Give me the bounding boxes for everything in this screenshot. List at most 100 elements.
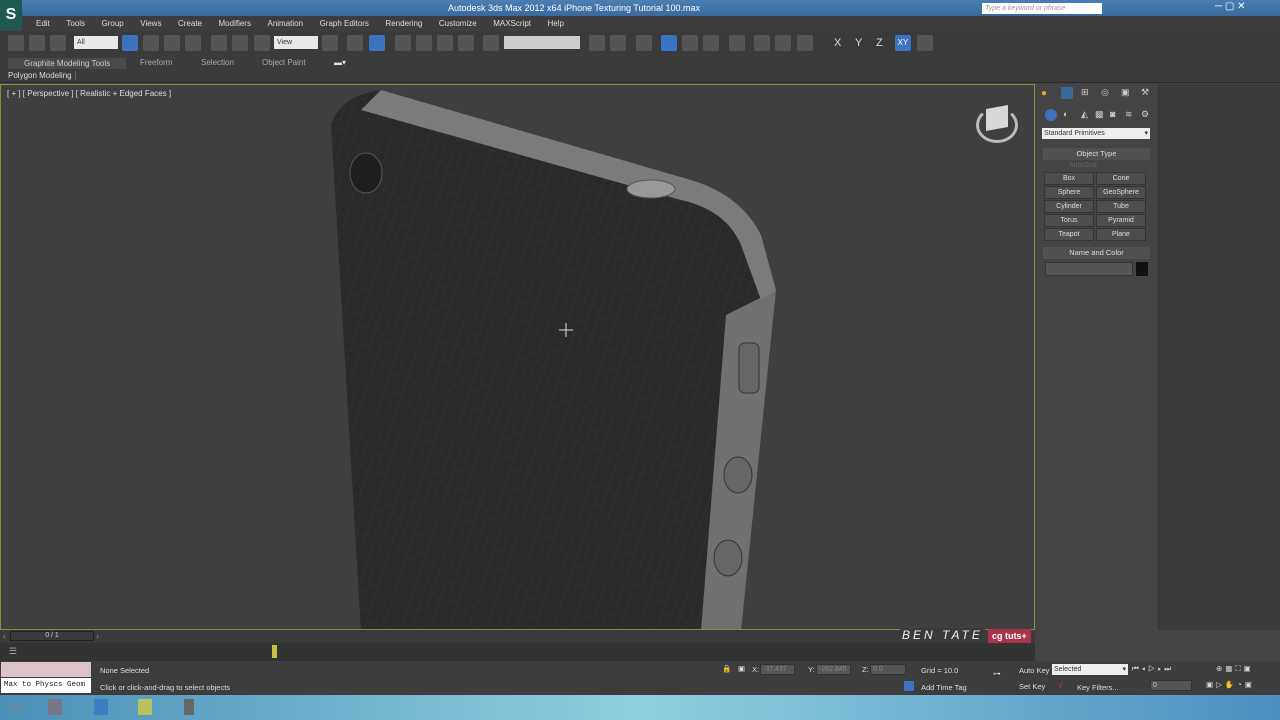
cylinder-button[interactable]: Cylinder bbox=[1044, 200, 1094, 213]
helpers-icon[interactable]: ◙ bbox=[1110, 109, 1115, 119]
maxscript-listener-input[interactable] bbox=[1, 662, 91, 677]
viewcube-icon[interactable] bbox=[986, 105, 1008, 131]
graphite-toggle-icon[interactable] bbox=[661, 35, 677, 51]
snaps-toggle-icon[interactable] bbox=[395, 35, 411, 51]
time-tag-icon[interactable] bbox=[904, 681, 914, 691]
modify-tab-icon[interactable] bbox=[1061, 87, 1073, 99]
shapes-icon[interactable]: ◐ bbox=[1063, 109, 1068, 119]
hierarchy-tab-icon[interactable]: ⊞ bbox=[1081, 87, 1089, 98]
axis-y-icon[interactable]: Y bbox=[855, 37, 862, 49]
key-filters-button[interactable]: Key Filters... bbox=[1077, 683, 1119, 692]
menu-modifiers[interactable]: Modifiers bbox=[219, 16, 251, 31]
cameras-icon[interactable]: ▩ bbox=[1095, 109, 1104, 120]
taskbar-app-icon[interactable] bbox=[48, 699, 62, 715]
autogrid-checkbox[interactable]: AutoGrid bbox=[1069, 162, 1097, 169]
auto-key-button[interactable]: Auto Key bbox=[1019, 666, 1049, 675]
geosphere-button[interactable]: GeoSphere bbox=[1096, 186, 1146, 199]
menu-tools[interactable]: Tools bbox=[66, 16, 85, 31]
lights-icon[interactable]: ◭ bbox=[1081, 109, 1088, 120]
rollout-name-and-color[interactable]: Name and Color bbox=[1043, 247, 1150, 259]
percent-snap-icon[interactable] bbox=[437, 35, 453, 51]
selection-filter-dropdown[interactable]: All bbox=[74, 36, 118, 49]
tube-button[interactable]: Tube bbox=[1096, 200, 1146, 213]
teapot-button[interactable]: Teapot bbox=[1044, 228, 1094, 241]
rotate-icon[interactable] bbox=[232, 35, 248, 51]
help-search-input[interactable]: Type a keyword or phrase bbox=[982, 3, 1102, 14]
move-icon[interactable] bbox=[211, 35, 227, 51]
mini-curve-editor-icon[interactable]: ☰ bbox=[9, 646, 17, 657]
menu-edit[interactable]: Edit bbox=[36, 16, 50, 31]
iphone-wireframe-model[interactable] bbox=[1, 85, 1035, 630]
menu-rendering[interactable]: Rendering bbox=[385, 16, 422, 31]
select-by-name-icon[interactable] bbox=[143, 35, 159, 51]
perspective-viewport[interactable]: [ + ] [ Perspective ] [ Realistic + Edge… bbox=[0, 84, 1035, 630]
plane-button[interactable]: Plane bbox=[1096, 228, 1146, 241]
absolute-mode-icon[interactable]: ▣ bbox=[738, 664, 745, 673]
x-coordinate-field[interactable]: -37.437 bbox=[760, 664, 795, 675]
named-selection-dropdown[interactable] bbox=[504, 36, 580, 49]
frame-counter[interactable]: 0 / 1 bbox=[10, 631, 94, 641]
display-tab-icon[interactable]: ▣ bbox=[1121, 87, 1130, 98]
menu-help[interactable]: Help bbox=[548, 16, 564, 31]
cone-button[interactable]: Cone bbox=[1096, 172, 1146, 185]
key-mode-dropdown[interactable]: Selected ▾ bbox=[1052, 664, 1128, 675]
menu-graph-editors[interactable]: Graph Editors bbox=[320, 16, 369, 31]
angle-snap-icon[interactable] bbox=[416, 35, 432, 51]
set-key-icon[interactable]: √ bbox=[1058, 680, 1063, 690]
manipulate-icon[interactable] bbox=[347, 35, 363, 51]
geometry-icon[interactable] bbox=[1045, 109, 1057, 121]
current-frame-field[interactable]: 0 bbox=[1150, 680, 1192, 691]
mirror-icon[interactable] bbox=[589, 35, 605, 51]
edit-named-selection-icon[interactable] bbox=[483, 35, 499, 51]
key-icon[interactable]: ⊶ bbox=[993, 669, 1001, 678]
ribbon-options-icon[interactable]: ▬▾ bbox=[334, 58, 346, 67]
render-setup-icon[interactable] bbox=[754, 35, 770, 51]
reference-coordinate-dropdown[interactable]: View bbox=[274, 36, 318, 49]
tab-object-paint[interactable]: Object Paint bbox=[262, 58, 306, 67]
box-button[interactable]: Box bbox=[1044, 172, 1094, 185]
torus-button[interactable]: Torus bbox=[1044, 214, 1094, 227]
pyramid-button[interactable]: Pyramid bbox=[1096, 214, 1146, 227]
viewport-nav-controls[interactable]: ⊕▦⛶▣ bbox=[1216, 664, 1254, 674]
time-slider[interactable]: ‹ 0 / 1 › bbox=[0, 630, 1035, 643]
tab-selection[interactable]: Selection bbox=[201, 58, 234, 67]
category-dropdown[interactable]: Standard Primitives ▾ bbox=[1042, 128, 1150, 139]
time-marker[interactable] bbox=[272, 645, 277, 658]
render-icon[interactable] bbox=[797, 35, 813, 51]
rectangular-selection-icon[interactable] bbox=[164, 35, 180, 51]
menu-animation[interactable]: Animation bbox=[267, 16, 303, 31]
panel-polygon-modeling[interactable]: Polygon Modeling bbox=[8, 71, 76, 80]
schematic-view-icon[interactable] bbox=[703, 35, 719, 51]
window-controls[interactable]: ─ ▢ ✕ bbox=[1215, 1, 1245, 12]
window-crossing-icon[interactable] bbox=[185, 35, 201, 51]
material-editor-icon[interactable] bbox=[729, 35, 745, 51]
start-button-icon[interactable] bbox=[8, 699, 24, 715]
unlink-icon[interactable] bbox=[29, 35, 45, 51]
pivot-center-icon[interactable] bbox=[322, 35, 338, 51]
next-frame-icon[interactable]: › bbox=[96, 631, 99, 641]
object-name-input[interactable] bbox=[1045, 262, 1133, 276]
axis-xy-icon[interactable]: XY bbox=[895, 35, 911, 51]
rendered-frame-icon[interactable] bbox=[775, 35, 791, 51]
tab-freeform[interactable]: Freeform bbox=[140, 58, 172, 67]
menu-maxscript[interactable]: MAXScript bbox=[493, 16, 531, 31]
menu-customize[interactable]: Customize bbox=[439, 16, 477, 31]
lock-icon[interactable]: 🔒 bbox=[722, 664, 731, 673]
space-warps-icon[interactable]: ≋ bbox=[1125, 109, 1133, 120]
y-coordinate-field[interactable]: -262.845 bbox=[816, 664, 851, 675]
align-icon[interactable] bbox=[610, 35, 626, 51]
axis-x-icon[interactable]: X bbox=[834, 37, 841, 49]
rollout-object-type[interactable]: Object Type bbox=[1043, 148, 1150, 160]
select-object-icon[interactable] bbox=[122, 35, 138, 51]
tab-graphite-modeling-tools[interactable]: Graphite Modeling Tools bbox=[8, 58, 127, 69]
create-tab-icon[interactable]: ● bbox=[1041, 88, 1047, 99]
taskbar-browser-icon[interactable] bbox=[94, 699, 108, 715]
object-color-swatch[interactable] bbox=[1136, 262, 1148, 276]
systems-icon[interactable]: ⚙ bbox=[1141, 109, 1149, 120]
taskbar-folder-icon[interactable] bbox=[138, 699, 152, 715]
set-key-button[interactable]: Set Key bbox=[1019, 682, 1045, 691]
taskbar-3dsmax-icon[interactable] bbox=[184, 699, 194, 715]
menu-group[interactable]: Group bbox=[102, 16, 124, 31]
viewport-nav-controls-2[interactable]: ▣▷✋◔▣ bbox=[1206, 680, 1255, 689]
curve-editor-icon[interactable] bbox=[682, 35, 698, 51]
